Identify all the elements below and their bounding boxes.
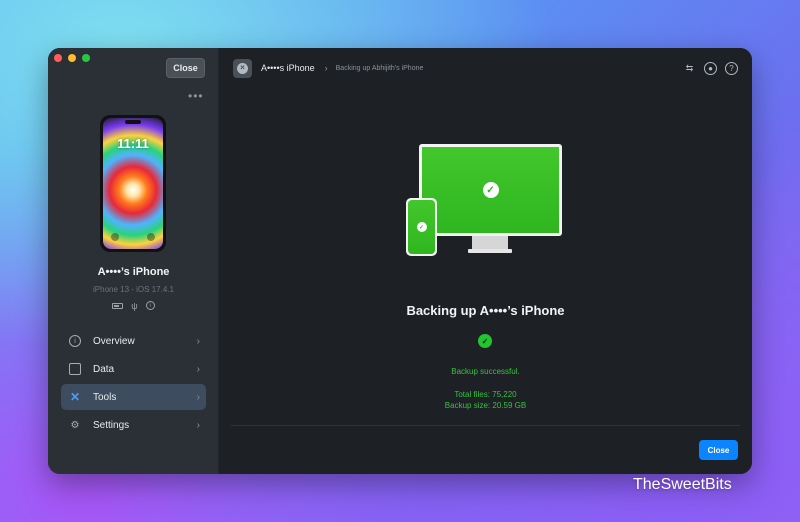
backup-illustration: ✓ ✓: [406, 144, 562, 260]
zoom-window-button[interactable]: [82, 54, 90, 62]
minimize-window-button[interactable]: [68, 54, 76, 62]
chevron-right-icon: ›: [196, 391, 200, 403]
total-files: Total files: 75,220: [454, 390, 517, 399]
sidebar-close-button[interactable]: Close: [166, 58, 205, 78]
window-controls: [54, 54, 90, 62]
battery-icon: [112, 303, 124, 309]
status-text: Backup successful.: [451, 367, 520, 376]
transfer-icon[interactable]: ⇆: [683, 62, 696, 75]
sidebar-item-settings[interactable]: ⚙ Settings ›: [61, 412, 206, 438]
breadcrumb-device[interactable]: A••••s iPhone: [261, 63, 315, 73]
chevron-right-icon: ›: [196, 419, 200, 431]
sidebar: Close ••• 11:11 A••••’s iPhone iPhone 13…: [48, 48, 219, 474]
close-button[interactable]: Close: [699, 440, 738, 460]
sidebar-item-label: Tools: [93, 391, 117, 403]
chevron-right-icon: ›: [196, 363, 200, 375]
breadcrumb-step: Backing up Abhijith's iPhone: [335, 64, 424, 72]
backup-stats: Total files: 75,220 Backup size: 20.59 G…: [219, 389, 752, 411]
page-title: Backing up A••••’s iPhone: [406, 303, 565, 318]
checkmark-icon: ✓: [482, 182, 499, 198]
device-clock: 11:11: [117, 136, 149, 151]
sidebar-item-data[interactable]: Data ›: [61, 356, 206, 382]
close-icon: ×: [237, 62, 248, 74]
backup-size: Backup size: 20.59 GB: [444, 401, 527, 410]
more-options-icon[interactable]: •••: [188, 90, 204, 102]
divider: [231, 425, 740, 426]
device-name: A••••’s iPhone: [97, 266, 170, 278]
sidebar-item-label: Settings: [93, 419, 130, 431]
monitor-illustration: ✓: [419, 144, 562, 236]
device-image: 11:11: [100, 115, 166, 252]
close-window-button[interactable]: [54, 54, 62, 62]
sidebar-item-label: Overview: [93, 335, 135, 347]
gear-icon: ⚙: [70, 419, 80, 431]
info-icon: i: [69, 335, 81, 347]
chevron-right-icon: ›: [324, 63, 328, 73]
flashlight-icon: [111, 233, 119, 241]
checkmark-icon: ✓: [416, 222, 427, 232]
help-icon[interactable]: ?: [725, 61, 738, 75]
device-info-icon[interactable]: i: [145, 301, 155, 310]
chevron-right-icon: ›: [196, 335, 200, 347]
app-window: Close ••• 11:11 A••••’s iPhone iPhone 13…: [48, 48, 752, 474]
breadcrumb: × A••••s iPhone › Backing up Abhijith's …: [233, 58, 738, 78]
watermark: TheSweetBits: [633, 476, 732, 493]
camera-icon: [147, 233, 155, 241]
tools-icon: ✕: [69, 390, 81, 404]
cancel-button[interactable]: ×: [233, 58, 252, 78]
device-wallpaper: 11:11: [103, 118, 163, 249]
usb-icon: ψ: [131, 301, 138, 311]
sidebar-item-label: Data: [93, 363, 115, 375]
toolbar-icons: ⇆ ● ?: [683, 61, 738, 75]
sidebar-item-tools[interactable]: ✕ Tools ›: [61, 384, 206, 410]
square-icon: [69, 363, 81, 375]
phone-illustration: ✓: [406, 198, 437, 256]
main-panel: × A••••s iPhone › Backing up Abhijith's …: [219, 48, 752, 474]
account-icon[interactable]: ●: [704, 61, 717, 75]
success-check-icon: ✓: [478, 334, 492, 348]
sidebar-item-overview[interactable]: i Overview ›: [61, 328, 206, 354]
device-model: iPhone 13 - iOS 17.4.1: [93, 285, 174, 294]
device-status-icons: ψ i: [48, 301, 219, 311]
sidebar-nav: i Overview › Data › ✕ Tools › ⚙ Settings…: [61, 328, 206, 440]
